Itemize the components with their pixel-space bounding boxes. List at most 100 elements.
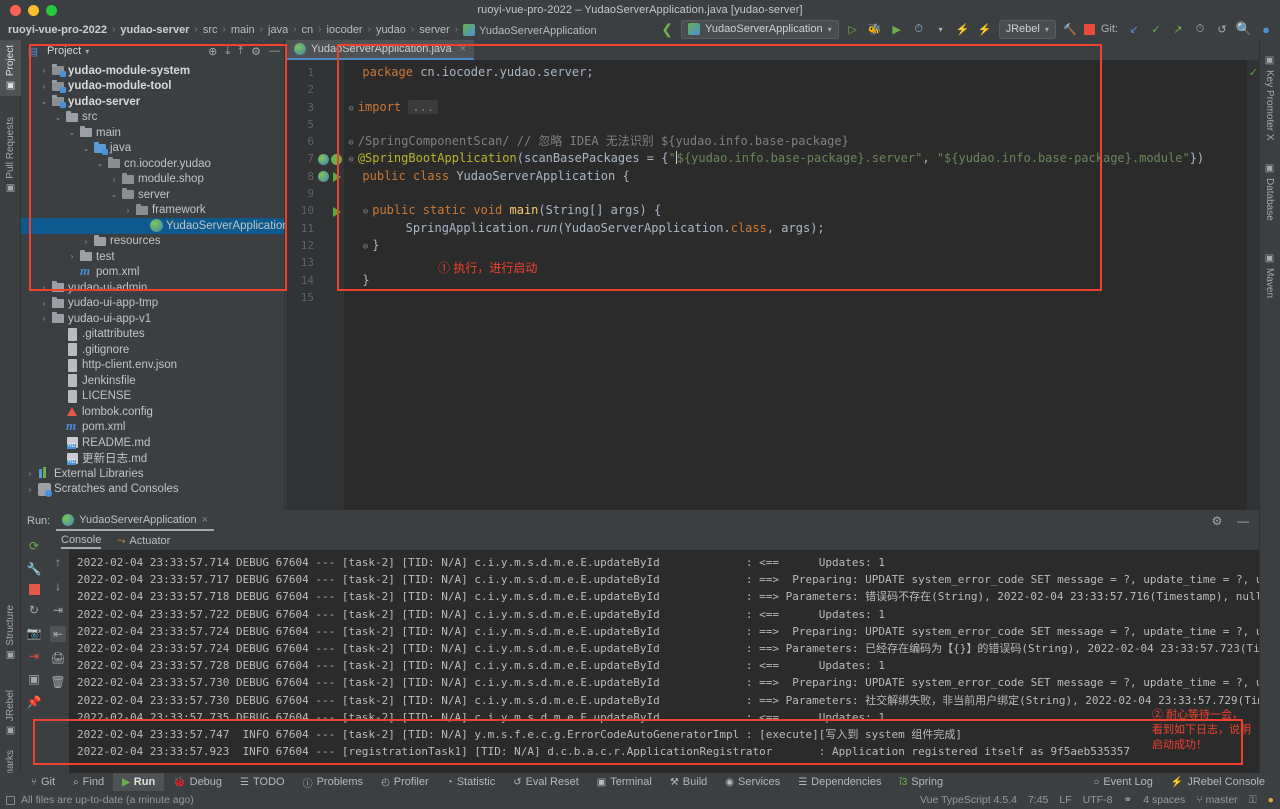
git-update-icon[interactable]: ↙ <box>1126 21 1142 37</box>
tree-node-src[interactable]: ⌄ src <box>21 110 284 126</box>
jrebel-debug-button[interactable]: ⚡ <box>977 21 993 37</box>
gutter-line[interactable]: 6 <box>286 133 344 150</box>
run-with-coverage-button[interactable]: ▶ <box>889 21 905 37</box>
code-fold-icon[interactable]: ⊖ <box>363 242 368 252</box>
jrebel-run-button[interactable]: ⚡ <box>955 21 971 37</box>
bottom-tool-services[interactable]: ◉ Services <box>716 773 789 791</box>
gutter-line[interactable]: 14 <box>286 272 344 289</box>
tree-node-pom-xml[interactable]: pom.xml <box>21 418 284 436</box>
gutter-line[interactable]: 7 <box>286 150 344 167</box>
git-commit-icon[interactable]: ✓ <box>1148 21 1164 37</box>
screenshot-button[interactable]: 📷 <box>26 625 42 641</box>
editor-gutter[interactable]: 1 2 3 5 6 7 8 9 10 11 12 13 14 15 <box>286 60 344 510</box>
tree-node--gitattributes[interactable]: .gitattributes <box>21 327 284 343</box>
tree-node-external-libraries[interactable]: › External Libraries <box>21 466 284 482</box>
hide-panel-icon[interactable]: — <box>269 45 280 57</box>
chevron-right-icon[interactable]: › <box>39 66 49 75</box>
chevron-down-icon[interactable]: ⌄ <box>109 190 119 199</box>
notification-icon[interactable]: ● <box>1268 794 1274 806</box>
run-button[interactable]: ▷ <box>845 21 861 37</box>
breadcrumb-item-main[interactable]: main <box>231 24 255 36</box>
tree-node-framework[interactable]: › framework <box>21 203 284 219</box>
bottom-tool-jrebel-console[interactable]: ⚡ JRebel Console <box>1162 773 1274 791</box>
code-line[interactable] <box>344 81 1259 98</box>
profiler-button[interactable]: ⏱ <box>911 21 927 37</box>
breadcrumb-item-cn[interactable]: cn <box>302 24 314 36</box>
select-opened-file-icon[interactable]: ⊕ <box>208 45 217 58</box>
bottom-tool-build[interactable]: ⚒ Build <box>661 773 716 791</box>
hammer-icon[interactable]: 🔨 <box>1062 21 1078 37</box>
run-subtab-actuator[interactable]: ⤳ Actuator <box>117 535 170 547</box>
debug-button[interactable]: 🐝 <box>867 21 883 37</box>
close-icon[interactable]: × <box>202 514 208 526</box>
chevron-right-icon[interactable]: › <box>123 206 133 215</box>
bottom-tool-dependencies[interactable]: ☰ Dependencies <box>789 773 890 791</box>
tree-node-resources[interactable]: › resources <box>21 234 284 250</box>
tree-node-cn-iocoder-yudao[interactable]: ⌄ cn.iocoder.yudao <box>21 156 284 172</box>
gutter-line[interactable]: 9 <box>286 185 344 202</box>
settings-gear-icon[interactable]: ⚙ <box>251 45 261 58</box>
chevron-down-icon[interactable]: ⌄ <box>53 113 63 122</box>
gutter-line[interactable]: 2 <box>286 81 344 98</box>
tree-node-yudaoserverapplication[interactable]: YudaoServerApplication <box>21 218 289 234</box>
jrebel-selector[interactable]: JRebel ▾ <box>998 19 1056 39</box>
tree-node-java[interactable]: ⌄ java <box>21 141 284 157</box>
breadcrumb-item-yudao[interactable]: yudao <box>376 24 406 36</box>
chevron-right-icon[interactable]: › <box>39 283 49 292</box>
bottom-tool-git[interactable]: ⑂ Git <box>22 773 64 791</box>
git-history-icon[interactable]: ⏱ <box>1192 21 1208 37</box>
restart-button[interactable]: ↻ <box>26 602 42 618</box>
tree-node-http-client-env-json[interactable]: http-client.env.json <box>21 358 284 374</box>
breadcrumb-item-server[interactable]: server <box>419 24 450 36</box>
breadcrumb-item-ruoyi-vue-pro-2022[interactable]: ruoyi-vue-pro-2022 <box>8 24 107 36</box>
chevron-down-icon[interactable]: ⌄ <box>67 128 77 137</box>
breadcrumb-item-java[interactable]: java <box>268 24 288 36</box>
chevron-down-icon[interactable]: ⌄ <box>95 159 105 168</box>
tree-node-更新日志-md[interactable]: 更新日志.md <box>21 451 284 467</box>
export-button[interactable]: ⇥ <box>26 648 42 664</box>
code-editor[interactable]: 1 2 3 5 6 7 8 9 10 11 12 13 14 15 package cn.iocoder.… <box>286 60 1259 510</box>
clear-all-button[interactable]: 🗑 <box>50 674 66 690</box>
layout-button[interactable]: ▣ <box>26 671 42 687</box>
tool-stripe-maven[interactable]: ▣ Maven <box>1259 248 1280 303</box>
bean-icon[interactable] <box>318 170 329 182</box>
soft-wrap-button[interactable]: ⇥ <box>50 602 66 618</box>
line-separator[interactable]: LF <box>1059 794 1071 806</box>
code-line[interactable]: SpringApplication.run(YudaoServerApplica… <box>344 220 1259 237</box>
code-line[interactable]: ⊖ /SpringComponentScan/ // 忽略 IDEA 无法识别 $… <box>344 133 1259 150</box>
spring-icon[interactable] <box>331 153 342 165</box>
collapse-all-icon[interactable]: ⤒ <box>238 45 243 58</box>
chevron-right-icon[interactable]: › <box>81 237 91 246</box>
bottom-tool-todo[interactable]: ☰ TODO <box>231 773 294 791</box>
tree-node-server[interactable]: ⌄ server <box>21 187 284 203</box>
code-line[interactable]: ⊖ public static void main(String[] args) … <box>344 202 1259 219</box>
error-stripe[interactable]: ✓ <box>1247 60 1259 510</box>
run-icon[interactable] <box>331 171 342 182</box>
bottom-tool-find[interactable]: ⌕ Find <box>64 773 113 791</box>
bottom-tool-problems[interactable]: ⓘ Problems <box>294 773 372 791</box>
tree-node-yudao-module-system[interactable]: › yudao-module-system <box>21 63 284 79</box>
code-fold-icon[interactable]: ⊖ <box>363 207 368 217</box>
tool-stripe-key-promoter-x[interactable]: ▣ Key Promoter X <box>1259 50 1280 146</box>
run-configuration-selector[interactable]: YudaoServerApplication ▾ <box>681 19 839 39</box>
breadcrumb-item-yudaoserverapplication[interactable]: YudaoServerApplication <box>463 22 597 37</box>
tree-node-readme-md[interactable]: README.md <box>21 435 284 451</box>
tree-node-yudao-ui-app-tmp[interactable]: › yudao-ui-app-tmp <box>21 296 284 312</box>
code-line[interactable]: ⊖ @SpringBootApplication(scanBasePackages… <box>344 150 1259 167</box>
scroll-to-end-button[interactable]: ⇤ <box>50 626 66 642</box>
tree-node-jenkinsfile[interactable]: Jenkinsfile <box>21 373 284 389</box>
bottom-tool-spring[interactable]: ἴ3 Spring <box>891 773 953 791</box>
tree-node-main[interactable]: ⌄ main <box>21 125 284 141</box>
bottom-tool-debug[interactable]: 🐞 Debug <box>164 773 231 791</box>
editor-code[interactable]: package cn.iocoder.yudao.server; ⊖ import … <box>344 60 1259 510</box>
gutter-line[interactable]: 11 <box>286 220 344 237</box>
settings-wrench-icon[interactable]: 🔧 <box>26 561 42 577</box>
close-icon[interactable]: × <box>460 43 466 55</box>
gutter-line[interactable]: 12 <box>286 237 344 254</box>
gutter-line[interactable]: 10 <box>286 202 344 219</box>
tree-node-pom-xml[interactable]: pom.xml <box>21 263 284 281</box>
console-output[interactable]: 2022-02-04 23:33:57.714 DEBUG 67604 --- … <box>69 550 1259 773</box>
bottom-tool-eval-reset[interactable]: ↺ Eval Reset <box>504 773 588 791</box>
bean-icon[interactable] <box>318 153 329 165</box>
tree-node-yudao-ui-app-v1[interactable]: › yudao-ui-app-v1 <box>21 311 284 327</box>
